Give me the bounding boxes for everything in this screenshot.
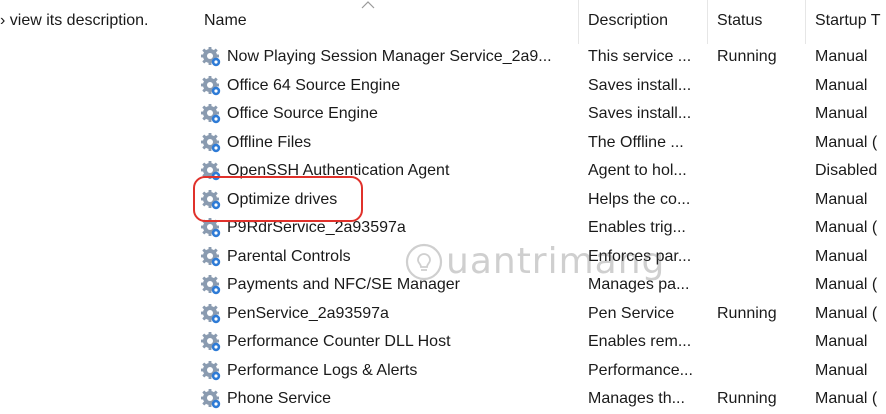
- service-status: Running: [717, 304, 777, 322]
- service-startup-type: Manual: [815, 361, 868, 379]
- column-divider[interactable]: [805, 0, 806, 44]
- service-description: This service ...: [588, 48, 692, 65]
- service-row[interactable]: Optimize drives Helps the co... Manual: [0, 186, 886, 215]
- service-startup-type: Manual (: [815, 304, 878, 322]
- service-row[interactable]: Parental Controls Enforces par... Manual: [0, 243, 886, 272]
- gear-icon: [201, 189, 221, 209]
- service-name-cell: Offline Files: [199, 132, 311, 154]
- service-startup-type: Manual: [815, 76, 868, 94]
- service-name: OpenSSH Authentication Agent: [227, 162, 450, 179]
- service-name-cell: Now Playing Session Manager Service_2a9.…: [199, 46, 552, 68]
- gear-icon: [201, 246, 221, 266]
- column-header-name[interactable]: Name: [204, 12, 247, 30]
- gear-icon: [201, 47, 221, 67]
- gear-icon: [201, 303, 221, 323]
- service-startup-type: Manual (: [815, 133, 878, 151]
- column-divider[interactable]: [707, 0, 708, 44]
- service-description: Enables rem...: [588, 333, 692, 350]
- service-name: Office Source Engine: [227, 105, 378, 122]
- service-description: Performance...: [588, 361, 693, 379]
- service-description: Saves install...: [588, 105, 692, 122]
- service-startup-type: Manual: [815, 247, 868, 265]
- column-header-description[interactable]: Description: [588, 12, 668, 30]
- service-row[interactable]: Performance Counter DLL Host Enables rem…: [0, 328, 886, 357]
- column-divider[interactable]: [578, 0, 579, 44]
- service-description: Agent to hol...: [588, 162, 687, 179]
- gear-icon: [201, 104, 221, 124]
- service-startup-type: Disabled: [815, 162, 878, 179]
- gear-icon: [201, 360, 221, 380]
- service-name: PenService_2a93597a: [227, 304, 389, 322]
- service-name-cell: PenService_2a93597a: [199, 303, 389, 325]
- gear-icon: [201, 275, 221, 295]
- service-row[interactable]: Now Playing Session Manager Service_2a9.…: [0, 43, 886, 72]
- service-description: Manages th...: [588, 390, 685, 407]
- service-row[interactable]: Office Source Engine Saves install... Ma…: [0, 100, 886, 129]
- service-name-cell: OpenSSH Authentication Agent: [199, 160, 449, 182]
- service-startup-type: Manual: [815, 105, 868, 122]
- service-name-cell: Phone Service: [199, 388, 331, 410]
- gear-icon: [201, 218, 221, 238]
- service-row[interactable]: Payments and NFC/SE Manager Manages pa..…: [0, 271, 886, 300]
- service-description: The Offline ...: [588, 133, 684, 151]
- service-row[interactable]: Performance Logs & Alerts Performance...…: [0, 357, 886, 386]
- service-name-cell: P9RdrService_2a93597a: [199, 217, 406, 239]
- service-startup-type: Manual (: [815, 276, 878, 293]
- service-name-cell: Performance Counter DLL Host: [199, 331, 451, 353]
- sort-chevron-up-icon: [361, 1, 375, 9]
- service-description: Enables trig...: [588, 219, 686, 236]
- gear-icon: [201, 132, 221, 152]
- service-name: Optimize drives: [227, 190, 338, 208]
- service-description: Pen Service: [588, 304, 675, 322]
- service-name-cell: Performance Logs & Alerts: [199, 360, 417, 382]
- service-row[interactable]: PenService_2a93597a Pen Service Running …: [0, 300, 886, 329]
- service-name-cell: Optimize drives: [199, 189, 337, 211]
- service-startup-type: Manual (: [815, 390, 878, 407]
- service-row[interactable]: P9RdrService_2a93597a Enables trig... Ma…: [0, 214, 886, 243]
- service-description: Manages pa...: [588, 276, 690, 293]
- gear-icon: [201, 332, 221, 352]
- service-name-cell: Office 64 Source Engine: [199, 75, 400, 97]
- service-row[interactable]: Phone Service Manages th... Running Manu…: [0, 385, 886, 414]
- service-row[interactable]: Offline Files The Offline ... Manual (: [0, 129, 886, 158]
- gear-icon: [201, 161, 221, 181]
- service-name-cell: Payments and NFC/SE Manager: [199, 274, 460, 296]
- service-name: Parental Controls: [227, 247, 351, 265]
- service-name: Payments and NFC/SE Manager: [227, 276, 460, 293]
- service-name: Performance Counter DLL Host: [227, 333, 451, 350]
- service-name: P9RdrService_2a93597a: [227, 219, 406, 236]
- service-description: Saves install...: [588, 76, 692, 94]
- service-name-cell: Office Source Engine: [199, 103, 378, 125]
- service-description: Enforces par...: [588, 247, 692, 265]
- service-name: Office 64 Source Engine: [227, 76, 401, 94]
- service-startup-type: Manual: [815, 333, 868, 350]
- column-header-startup-type[interactable]: Startup T: [815, 12, 881, 30]
- service-startup-type: Manual: [815, 48, 868, 65]
- service-name-cell: Parental Controls: [199, 246, 351, 268]
- service-name: Offline Files: [227, 133, 312, 151]
- service-name: Phone Service: [227, 390, 332, 407]
- service-description: Helps the co...: [588, 190, 691, 208]
- service-status: Running: [717, 48, 777, 65]
- left-panel-description: › view its description.: [0, 12, 149, 29]
- service-startup-type: Manual (: [815, 219, 878, 236]
- column-header-status[interactable]: Status: [717, 12, 762, 30]
- service-row[interactable]: Office 64 Source Engine Saves install...…: [0, 72, 886, 101]
- gear-icon: [201, 75, 221, 95]
- service-status: Running: [717, 390, 777, 407]
- service-name: Performance Logs & Alerts: [227, 361, 418, 379]
- service-startup-type: Manual: [815, 190, 868, 208]
- service-row[interactable]: OpenSSH Authentication Agent Agent to ho…: [0, 157, 886, 186]
- gear-icon: [201, 389, 221, 409]
- service-name: Now Playing Session Manager Service_2a9.…: [227, 48, 552, 65]
